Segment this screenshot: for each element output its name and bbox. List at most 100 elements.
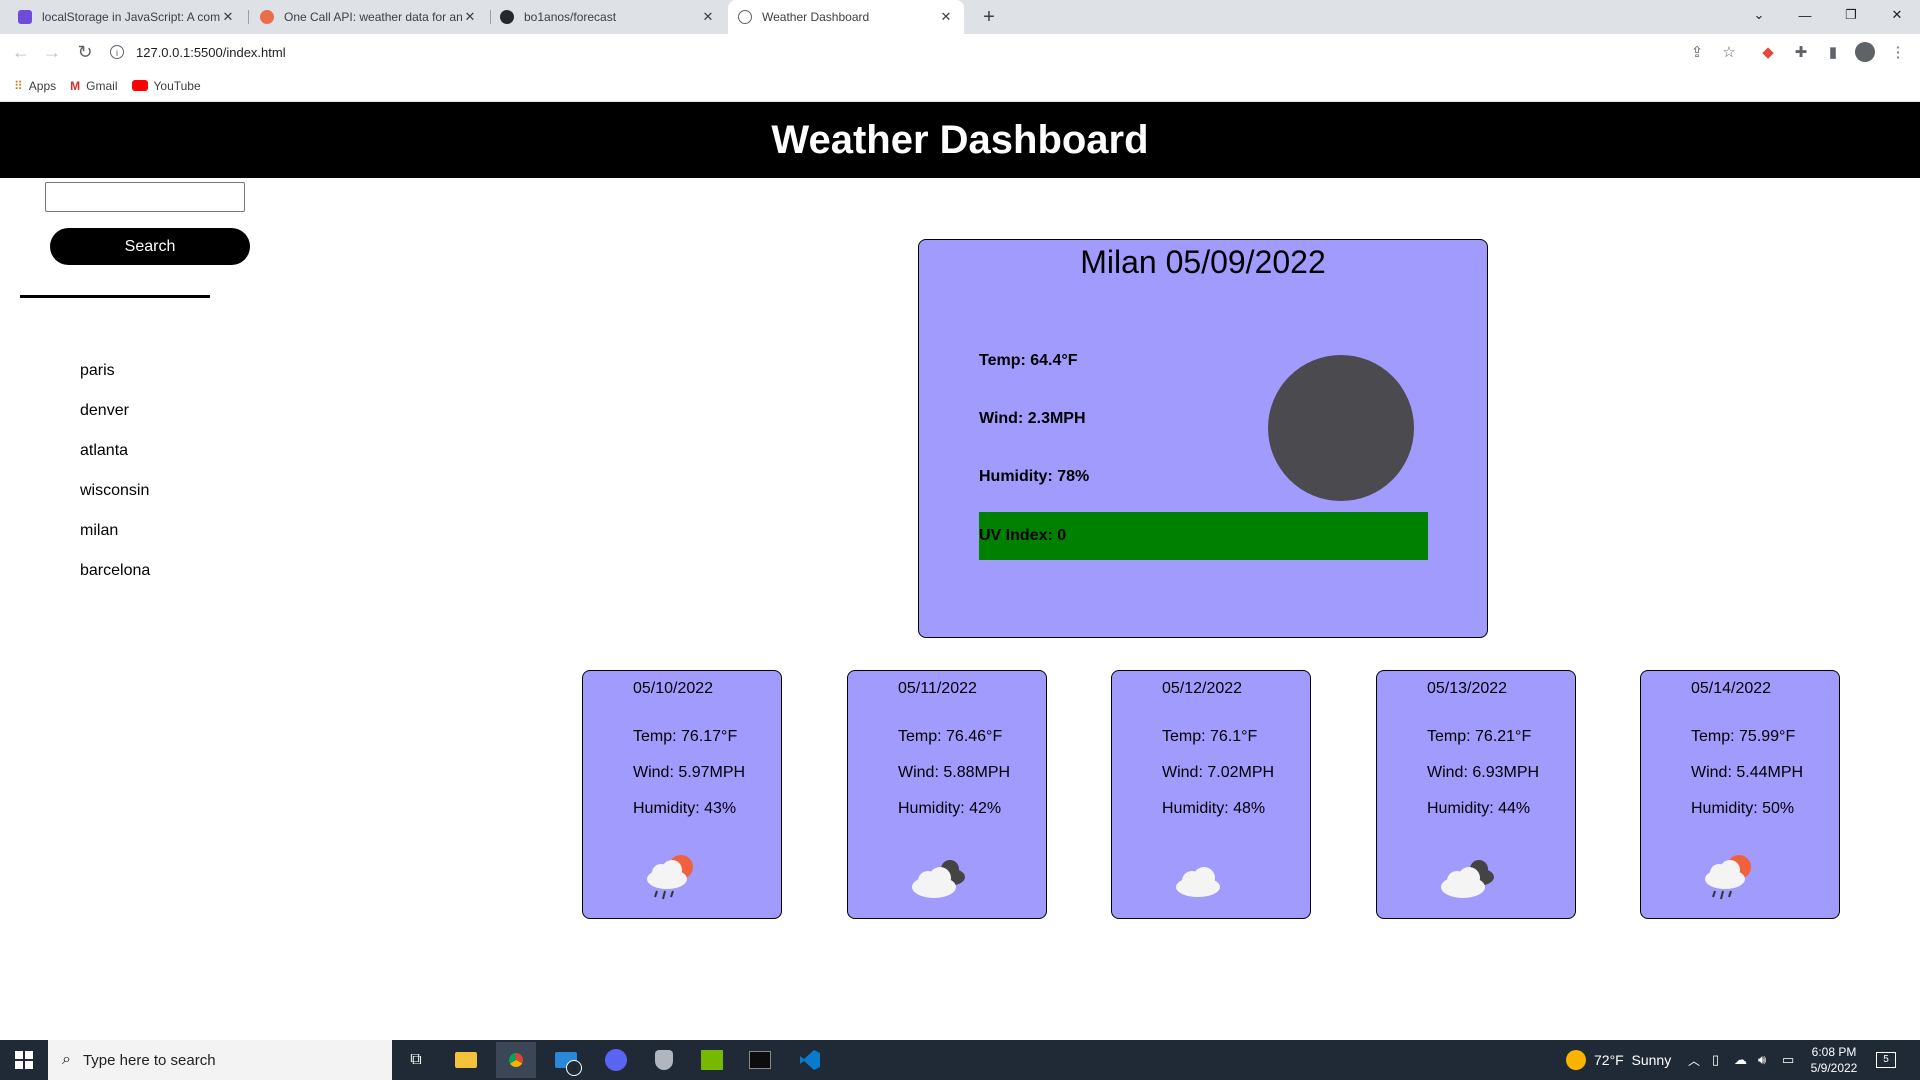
youtube-icon bbox=[131, 80, 148, 91]
openweather-favicon-icon bbox=[260, 10, 274, 24]
gmail-icon: M bbox=[70, 78, 81, 93]
clock-date: 5/9/2022 bbox=[1810, 1061, 1858, 1075]
nvidia-taskbar-icon[interactable] bbox=[692, 1042, 732, 1078]
mail-badge: 3 bbox=[566, 1060, 582, 1076]
forecast-card: 05/12/2022 Temp: 76.1°F Wind: 7.02MPH Hu… bbox=[1111, 670, 1311, 919]
forecast-temp: Temp: 76.17°F bbox=[633, 728, 738, 745]
extensions-puzzle-icon[interactable]: ✚ bbox=[1789, 40, 1813, 64]
windows-logo-icon bbox=[15, 1051, 33, 1069]
url-text: 127.0.0.1:5500/index.html bbox=[136, 44, 286, 60]
forecast-temp: Temp: 76.46°F bbox=[898, 728, 1003, 745]
close-tab-icon[interactable]: ✕ bbox=[938, 9, 954, 25]
bookmark-gmail[interactable]: M Gmail bbox=[70, 79, 117, 93]
profile-avatar[interactable] bbox=[1853, 40, 1877, 64]
bookmark-star-icon[interactable]: ☆ bbox=[1717, 40, 1741, 64]
notification-count: 5 bbox=[1876, 1052, 1896, 1068]
history-item-atlanta[interactable]: atlanta bbox=[80, 438, 150, 478]
close-tab-icon[interactable]: ✕ bbox=[462, 9, 478, 25]
task-view-icon[interactable]: ⧉ bbox=[396, 1042, 436, 1078]
weather-widget-text: 72°F Sunny bbox=[1594, 1052, 1672, 1068]
chrome-taskbar-icon[interactable] bbox=[496, 1042, 536, 1078]
clock[interactable]: 6:08 PM 5/9/2022 bbox=[1806, 1040, 1862, 1080]
forecast-card: 05/14/2022 Temp: 75.99°F Wind: 5.44MPH H… bbox=[1640, 670, 1840, 919]
close-tab-icon[interactable]: ✕ bbox=[700, 9, 716, 25]
reload-icon[interactable]: ↻ bbox=[73, 40, 97, 64]
forecast-date: 05/10/2022 bbox=[633, 680, 714, 697]
tab-title: bo1anos/forecast bbox=[524, 10, 617, 24]
current-wind: Wind: 2.3MPH bbox=[979, 410, 1086, 427]
tab-github-forecast[interactable]: bo1anos/forecast ✕ bbox=[490, 0, 726, 34]
restore-icon[interactable]: ❐ bbox=[1828, 0, 1874, 30]
forecast-wind: Wind: 6.93MPH bbox=[1427, 764, 1540, 781]
bookmark-youtube[interactable]: YouTube bbox=[131, 78, 201, 93]
tab-one-call-api[interactable]: One Call API: weather data for an ✕ bbox=[250, 0, 488, 34]
forecast-humidity: Humidity: 44% bbox=[1427, 800, 1531, 817]
forward-icon[interactable]: → bbox=[40, 40, 64, 64]
share-icon[interactable]: ⇪ bbox=[1685, 40, 1709, 64]
file-explorer-icon[interactable] bbox=[446, 1042, 486, 1078]
github-icon bbox=[500, 10, 514, 24]
globe-icon bbox=[738, 10, 752, 24]
current-humidity: Humidity: 78% bbox=[979, 468, 1090, 485]
notification-center-icon[interactable]: 5 bbox=[1876, 1040, 1896, 1080]
history-item-denver[interactable]: denver bbox=[80, 398, 150, 438]
minimize-icon[interactable]: — bbox=[1782, 0, 1828, 30]
bookmark-apps[interactable]: ⠿ Apps bbox=[14, 79, 56, 93]
weather-widget[interactable]: 72°F Sunny bbox=[1566, 1040, 1671, 1080]
rain-sun-cloud-icon bbox=[1705, 855, 1751, 900]
bookmark-label: YouTube bbox=[153, 78, 201, 93]
tray-chevron-icon[interactable]: ︿ bbox=[1688, 1040, 1700, 1080]
browser-menu-icon[interactable]: ⋮ bbox=[1886, 40, 1910, 64]
site-favicon-icon bbox=[18, 10, 32, 24]
broken-clouds-icon bbox=[1441, 860, 1494, 898]
forecast-card: 05/13/2022 Temp: 76.21°F Wind: 6.93MPH H… bbox=[1376, 670, 1576, 919]
new-tab-button[interactable]: + bbox=[976, 4, 1002, 30]
close-tab-icon[interactable]: ✕ bbox=[220, 9, 236, 25]
moon-disc-icon bbox=[1268, 355, 1414, 501]
vscode-taskbar-icon[interactable] bbox=[790, 1042, 830, 1078]
broken-clouds-icon bbox=[912, 860, 965, 898]
forecast-wind: Wind: 5.44MPH bbox=[1691, 764, 1804, 781]
current-city-title: Milan 05/09/2022 bbox=[1080, 244, 1326, 280]
forecast-humidity: Humidity: 48% bbox=[1162, 800, 1266, 817]
side-panel-icon[interactable]: ▮ bbox=[1821, 40, 1845, 64]
forecast-humidity: Humidity: 50% bbox=[1691, 800, 1795, 817]
tab-localstorage[interactable]: localStorage in JavaScript: A com ✕ bbox=[8, 0, 246, 34]
uv-index-bar: UV Index: 0 bbox=[979, 512, 1428, 560]
address-bar[interactable]: i 127.0.0.1:5500/index.html bbox=[110, 39, 1700, 65]
discord-taskbar-icon[interactable] bbox=[596, 1042, 636, 1078]
start-button[interactable] bbox=[0, 1040, 48, 1080]
city-search-input[interactable] bbox=[45, 182, 245, 212]
volume-icon[interactable]: 🔊︎ bbox=[1758, 1040, 1766, 1080]
terminal-taskbar-icon[interactable] bbox=[740, 1042, 780, 1078]
clock-time: 6:08 PM bbox=[1811, 1045, 1857, 1059]
forecast-date: 05/14/2022 bbox=[1691, 680, 1772, 697]
mail-taskbar-icon[interactable]: 3 bbox=[546, 1042, 586, 1078]
tray-device-icon[interactable]: ▯ bbox=[1712, 1040, 1719, 1080]
forecast-temp: Temp: 76.1°F bbox=[1162, 728, 1258, 745]
history-item-wisconsin[interactable]: wisconsin bbox=[80, 478, 150, 518]
history-item-milan[interactable]: milan bbox=[80, 518, 150, 558]
sun-icon bbox=[1566, 1050, 1586, 1070]
taskbar-search-box[interactable]: ⌕ Type here to search bbox=[48, 1040, 392, 1080]
tab-search-icon[interactable]: ⌄ bbox=[1736, 0, 1782, 30]
history-item-paris[interactable]: paris bbox=[80, 358, 150, 398]
back-icon[interactable]: ← bbox=[9, 40, 33, 64]
onedrive-icon[interactable]: ☁ bbox=[1734, 1040, 1747, 1080]
tab-weather-dashboard[interactable]: Weather Dashboard ✕ bbox=[728, 0, 964, 34]
current-weather-card: Milan 05/09/2022 Temp: 64.4°F Wind: 2.3M… bbox=[918, 239, 1488, 638]
shield-app-icon[interactable] bbox=[644, 1042, 684, 1078]
forecast-wind: Wind: 5.97MPH bbox=[633, 764, 746, 781]
close-window-icon[interactable]: ✕ bbox=[1874, 0, 1920, 30]
extension-red-icon[interactable]: ◆ bbox=[1756, 40, 1780, 64]
bookmarks-bar: ⠿ Apps M Gmail YouTube bbox=[0, 70, 1920, 102]
network-icon[interactable]: ▭ bbox=[1782, 1040, 1794, 1080]
forecast-card: 05/11/2022 Temp: 76.46°F Wind: 5.88MPH H… bbox=[847, 670, 1047, 919]
site-info-icon[interactable]: i bbox=[110, 45, 124, 59]
tab-title: One Call API: weather data for an bbox=[284, 10, 462, 24]
history-item-barcelona[interactable]: barcelona bbox=[80, 558, 150, 598]
forecast-temp: Temp: 76.21°F bbox=[1427, 728, 1532, 745]
tab-title: Weather Dashboard bbox=[762, 10, 870, 24]
tab-title: localStorage in JavaScript: A com bbox=[42, 10, 220, 24]
search-button[interactable]: Search bbox=[50, 228, 250, 265]
